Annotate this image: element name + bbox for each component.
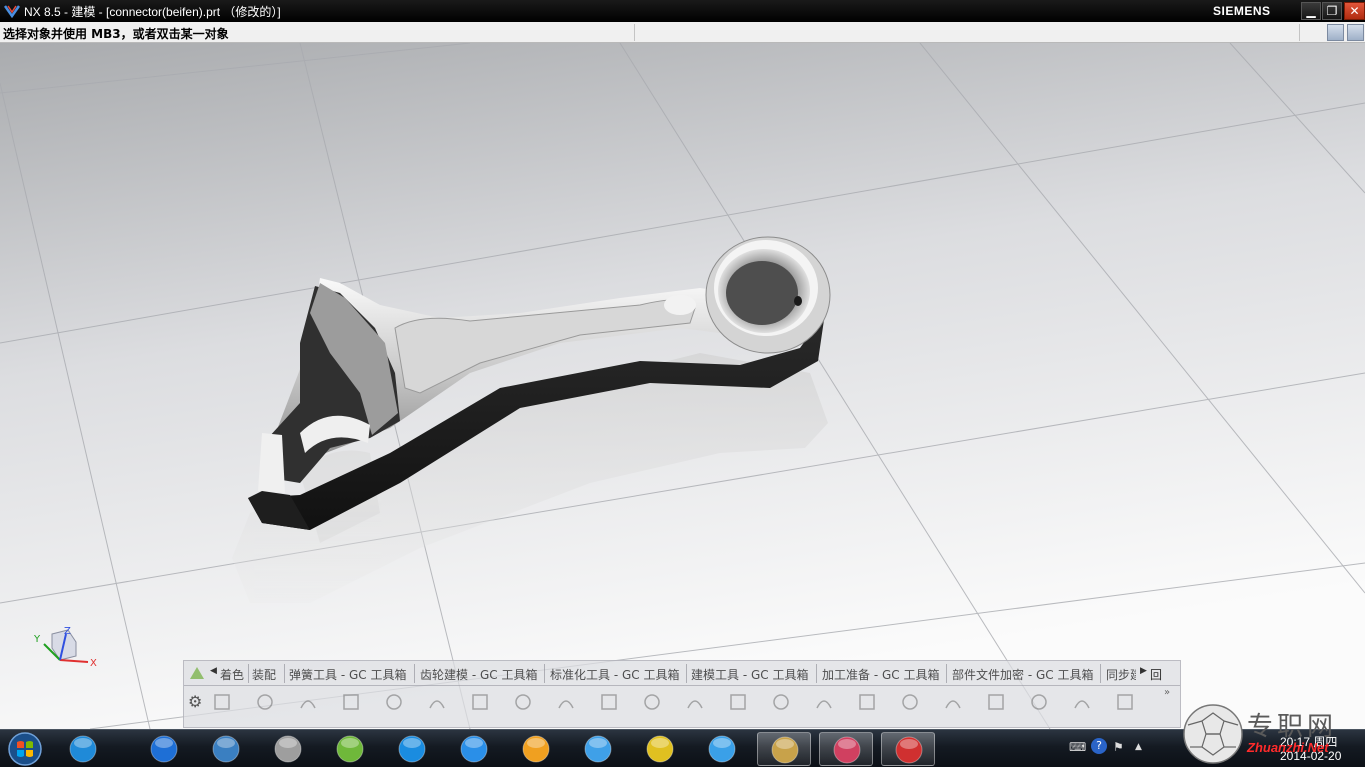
sphere-icon[interactable] [1072, 692, 1092, 712]
taskbar: ⌨ ? ⚑ ▲ 20:17 周四 2014-02-20 [0, 729, 1365, 767]
flag-icon[interactable]: ⚑ [1113, 740, 1124, 754]
model-canvas[interactable]: X Y Z [0, 43, 1365, 729]
cue-message: 选择对象并使用 MB3，或者双击某一对象 [3, 27, 229, 41]
minimize-button[interactable]: ▁ [1301, 2, 1321, 20]
polyline-icon[interactable] [556, 692, 576, 712]
arc-icon[interactable] [384, 692, 404, 712]
restore-button[interactable]: ❐ [1322, 2, 1342, 20]
nx-app-icon[interactable] [881, 732, 935, 766]
media-player-icon[interactable] [323, 732, 377, 766]
ribbon-tool-row: ⚙ » [184, 687, 1180, 717]
status-toggle-button[interactable] [1327, 24, 1344, 41]
tab-scroll-left-button[interactable]: ◀ [210, 666, 217, 676]
ribbon-tab-row: ◀ 着色 装配 弹簧工具 - GC 工具箱 齿轮建模 - GC 工具箱 标准化工… [184, 661, 1180, 686]
tab-machining-prep[interactable]: 加工准备 - GC 工具箱 [822, 666, 939, 683]
fillet-icon[interactable] [470, 692, 490, 712]
point-icon[interactable] [599, 692, 619, 712]
triad-y-label: Y [33, 634, 41, 645]
keyboard-icon[interactable]: ⌨ [1069, 740, 1086, 754]
tab-scroll-right-button[interactable]: ▶ [1140, 666, 1147, 676]
windows-explorer-icon[interactable] [56, 732, 110, 766]
hole-icon[interactable] [1115, 692, 1135, 712]
cue-divider [634, 24, 635, 41]
plane-icon[interactable] [571, 732, 625, 766]
datum-icon[interactable] [255, 692, 275, 712]
kugou-icon[interactable] [385, 732, 439, 766]
watermark-site-url: Zhuanzhi.Net [1247, 740, 1329, 755]
gear-icon[interactable]: ⚙ [188, 692, 202, 711]
start-button[interactable] [4, 731, 46, 767]
help-icon[interactable]: ? [1091, 738, 1107, 754]
trim-icon[interactable] [685, 692, 705, 712]
triad-x-label: X [90, 658, 97, 669]
cloud-icon[interactable] [695, 732, 749, 766]
title-bar: NX 8.5 - 建模 - [connector(beifen).prt （修改… [0, 0, 1365, 22]
play-icon[interactable] [447, 732, 501, 766]
siemens-brand-logo: SIEMENS [1213, 4, 1271, 18]
nx-logo-icon [4, 5, 20, 18]
cylinder-icon[interactable] [986, 692, 1006, 712]
sketch-icon[interactable] [212, 692, 232, 712]
tab-divider [946, 664, 947, 683]
line-icon[interactable] [341, 692, 361, 712]
revolve-icon[interactable] [900, 692, 920, 712]
toolbar-grip[interactable] [184, 717, 1180, 727]
rectangle-icon[interactable] [513, 692, 533, 712]
tab-divider [248, 664, 249, 683]
tab-divider [816, 664, 817, 683]
cone-icon[interactable] [1029, 692, 1049, 712]
offset-icon[interactable] [728, 692, 748, 712]
ribbon-toolbar: ◀ 着色 装配 弹簧工具 - GC 工具箱 齿轮建模 - GC 工具箱 标准化工… [183, 660, 1181, 728]
mirror-icon[interactable] [814, 692, 834, 712]
window-title: NX 8.5 - 建模 - [connector(beifen).prt （修改… [24, 5, 281, 19]
status-divider [1299, 24, 1300, 41]
watermark-site-name: 专职网 [1247, 712, 1338, 742]
more-tools-button[interactable]: » [1164, 687, 1170, 698]
search-tool-icon[interactable] [199, 732, 253, 766]
extrude-icon[interactable] [857, 692, 877, 712]
graphics-window[interactable]: X Y Z [0, 43, 1365, 729]
block-icon[interactable] [943, 692, 963, 712]
circle-icon[interactable] [427, 692, 447, 712]
tab-shading[interactable]: 着色 [220, 666, 244, 683]
tab-modeling-tools[interactable]: 建模工具 - GC 工具箱 [691, 666, 808, 683]
spline-icon[interactable] [298, 692, 318, 712]
music-icon[interactable] [633, 732, 687, 766]
watermark-logo-icon [1183, 704, 1243, 764]
tab-divider [1100, 664, 1101, 683]
resource-bar-icon[interactable] [188, 665, 206, 681]
full-screen-button[interactable] [1347, 24, 1364, 41]
tab-divider [544, 664, 545, 683]
tab-synchronous-modeling[interactable]: 同步建模 [1106, 666, 1136, 683]
show-hidden-icons-button[interactable]: ▲ [1135, 742, 1142, 752]
pattern-icon[interactable] [771, 692, 791, 712]
internet-explorer-icon[interactable] [137, 732, 191, 766]
tab-assembly[interactable]: 装配 [252, 666, 276, 683]
tab-divider [686, 664, 687, 683]
profile-icon[interactable] [642, 692, 662, 712]
download-tool-icon[interactable] [509, 732, 563, 766]
tab-gear-modeling[interactable]: 齿轮建模 - GC 工具箱 [420, 666, 537, 683]
league-client-icon[interactable] [757, 732, 811, 766]
tab-standard-tools[interactable]: 标准化工具 - GC 工具箱 [550, 666, 679, 683]
tab-part-encryption[interactable]: 部件文件加密 - GC 工具箱 [952, 666, 1093, 683]
cue-line-bar: 选择对象并使用 MB3，或者双击某一对象 [0, 22, 1365, 43]
triad-z-label: Z [64, 626, 71, 637]
chrome-icon[interactable] [261, 732, 315, 766]
tab-divider [414, 664, 415, 683]
spectrum-app-icon[interactable] [819, 732, 873, 766]
tab-divider [284, 664, 285, 683]
tab-menu-button[interactable]: 回 [1150, 666, 1162, 683]
tab-spring-tools[interactable]: 弹簧工具 - GC 工具箱 [289, 666, 406, 683]
close-button[interactable]: ✕ [1344, 2, 1365, 20]
